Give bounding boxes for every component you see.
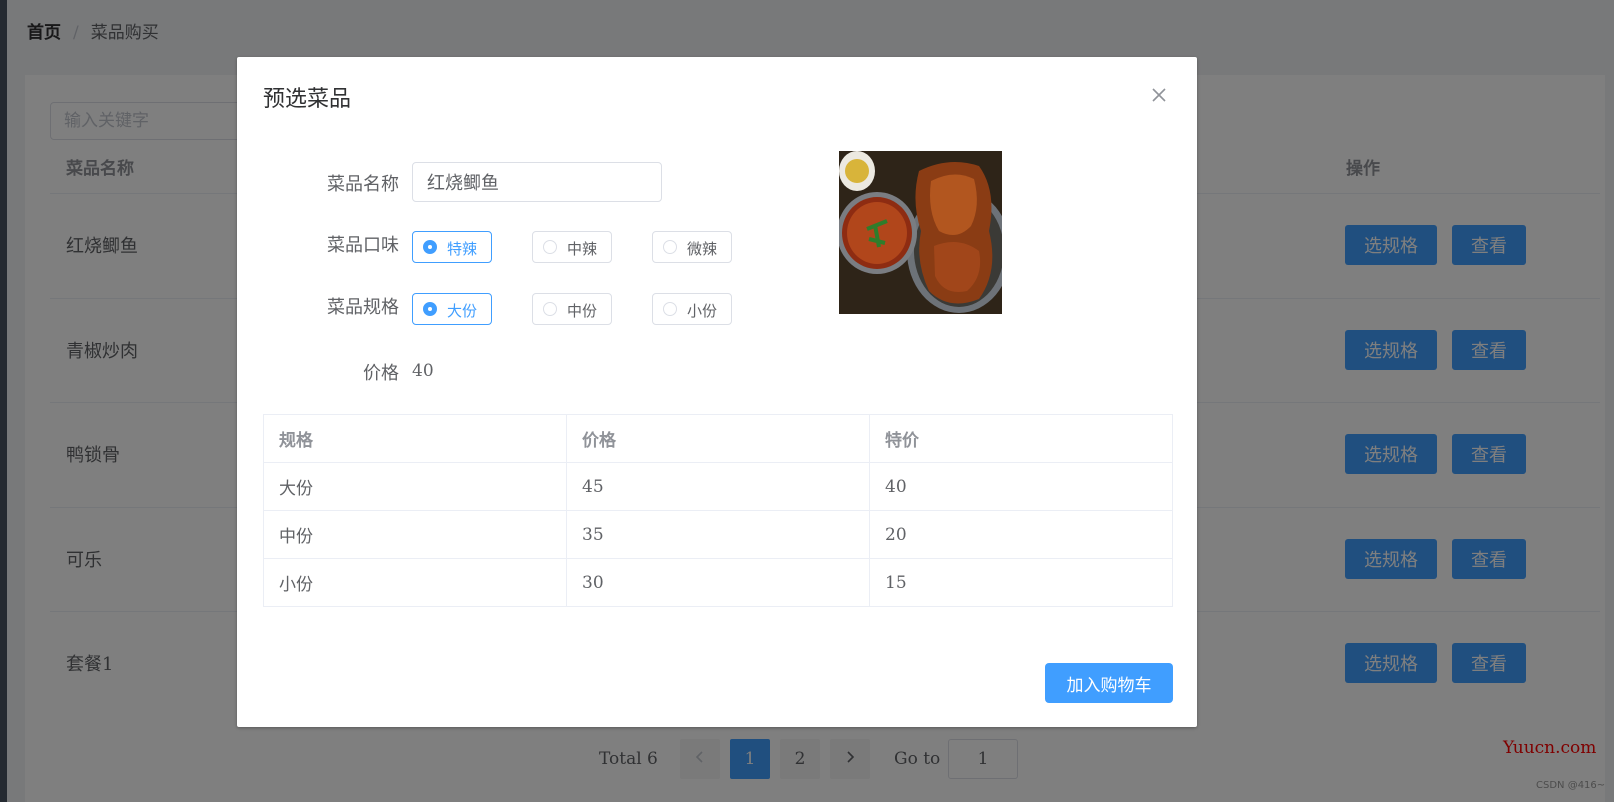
spec-table-row: 大份 45 40	[263, 462, 1173, 511]
price-value: 40	[412, 361, 434, 381]
radio-dot	[423, 302, 437, 316]
size-label: 菜品规格	[327, 297, 399, 318]
spec-header-size: 规格	[263, 414, 567, 463]
spec-cell-price: 35	[566, 510, 870, 559]
size-option-label: 小份	[687, 302, 718, 320]
size-radio-small[interactable]: 小份	[652, 293, 732, 325]
taste-radio-extra-hot[interactable]: 特辣	[412, 231, 492, 263]
size-option-label: 中份	[567, 302, 598, 320]
radio-dot	[663, 302, 677, 316]
taste-option-label: 微辣	[687, 240, 718, 258]
spec-header-price: 价格	[566, 414, 870, 463]
taste-label: 菜品口味	[327, 235, 399, 256]
size-option-label: 大份	[447, 302, 478, 320]
add-to-cart-button[interactable]: 加入购物车	[1045, 663, 1173, 703]
spec-cell-size: 中份	[263, 510, 567, 559]
taste-option-label: 中辣	[567, 240, 598, 258]
size-radio-large[interactable]: 大份	[412, 293, 492, 325]
spec-table-header-row: 规格 价格 特价	[263, 414, 1173, 463]
spec-cell-price: 45	[566, 462, 870, 511]
radio-dot	[663, 240, 677, 254]
spec-cell-size: 小份	[263, 558, 567, 607]
radio-dot	[543, 302, 557, 316]
preselect-dish-dialog: 预选菜品 菜品名称 菜品口味 特辣 中辣 微辣 菜品规格 大份 中份 小份 价格…	[237, 57, 1197, 727]
spec-table-row: 小份 30 15	[263, 558, 1173, 607]
taste-option-label: 特辣	[447, 240, 478, 258]
spec-cell-size: 大份	[263, 462, 567, 511]
radio-dot	[423, 240, 437, 254]
taste-radio-mild[interactable]: 微辣	[652, 231, 732, 263]
dialog-close-button[interactable]	[1149, 85, 1169, 105]
spec-table: 规格 价格 特价 大份 45 40 中份 35 20 小份 30 15	[263, 414, 1173, 607]
close-icon	[1152, 88, 1166, 102]
spec-header-special-price: 特价	[869, 414, 1173, 463]
dish-photo	[839, 151, 1002, 314]
spec-cell-price: 30	[566, 558, 870, 607]
taste-radio-medium-hot[interactable]: 中辣	[532, 231, 612, 263]
dish-name-field[interactable]	[412, 162, 662, 202]
radio-dot	[543, 240, 557, 254]
size-radio-medium[interactable]: 中份	[532, 293, 612, 325]
spec-table-row: 中份 35 20	[263, 510, 1173, 559]
price-label: 价格	[363, 363, 399, 384]
dish-name-label: 菜品名称	[327, 174, 399, 195]
spec-cell-special-price: 15	[869, 558, 1173, 607]
spec-cell-special-price: 40	[869, 462, 1173, 511]
dialog-title: 预选菜品	[263, 87, 352, 112]
spec-cell-special-price: 20	[869, 510, 1173, 559]
